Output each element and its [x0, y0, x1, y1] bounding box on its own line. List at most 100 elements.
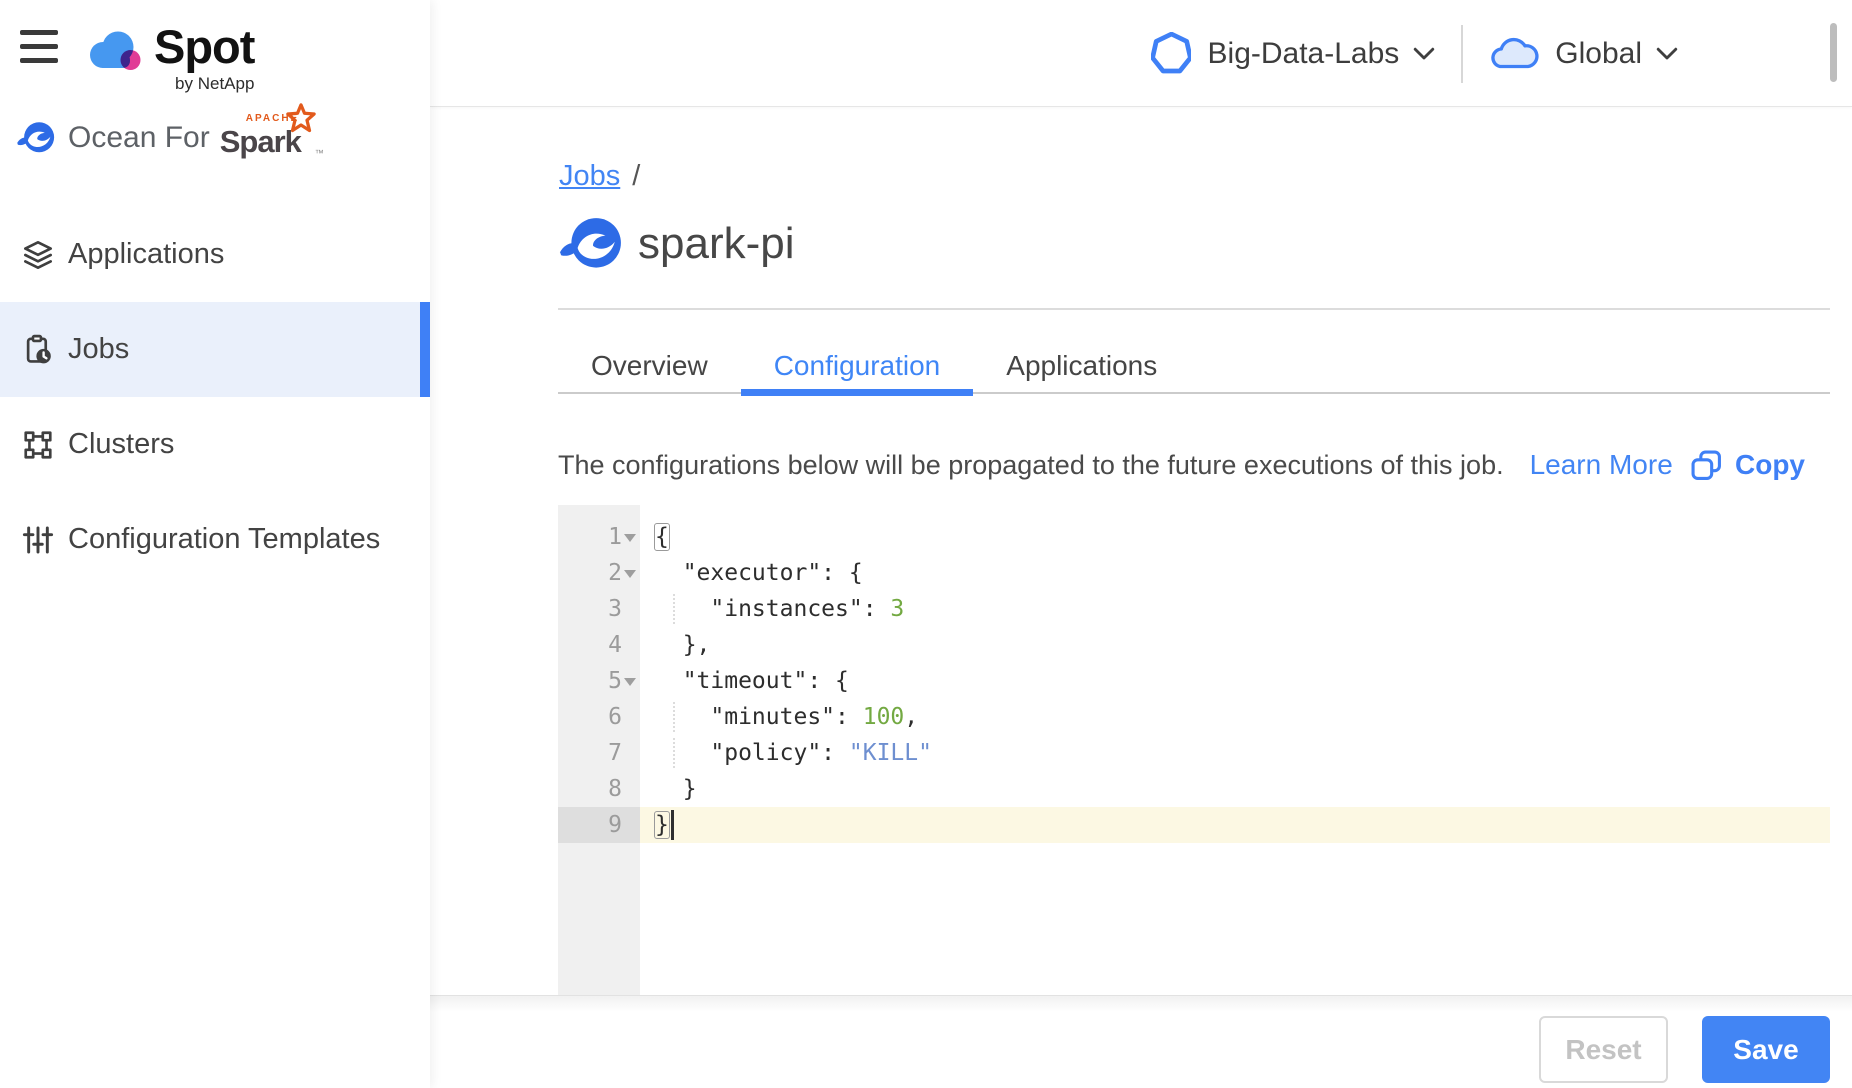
- breadcrumb: Jobs /: [559, 160, 640, 193]
- code-token: "minutes":: [655, 704, 863, 730]
- sliders-icon: [22, 524, 54, 556]
- code-line-9: }: [640, 807, 1830, 843]
- configuration-description-row: The configurations below will be propaga…: [558, 443, 1830, 487]
- breadcrumb-jobs-link[interactable]: Jobs: [559, 160, 620, 193]
- org-selector-label: Big-Data-Labs: [1208, 37, 1400, 71]
- sidebar-nav: Applications Jobs Clusters Configuration…: [0, 207, 430, 587]
- spot-logo-byline: by NetApp: [175, 74, 254, 94]
- sidebar-item-label: Clusters: [68, 428, 174, 461]
- line-number: 4: [576, 627, 622, 663]
- chevron-down-icon: [1656, 47, 1678, 60]
- sidebar-item-clusters[interactable]: Clusters: [0, 397, 430, 492]
- sidebar-item-label: Applications: [68, 238, 224, 271]
- line-number: 9: [576, 807, 622, 843]
- indent-guide: [673, 738, 675, 768]
- topbar: Big-Data-Labs Global: [430, 0, 1852, 107]
- code-token: },: [655, 632, 710, 658]
- configuration-description: The configurations below will be propaga…: [558, 450, 1504, 481]
- spark-star-icon: [286, 103, 316, 133]
- nodes-icon: [22, 429, 54, 461]
- ocean-wave-icon: [558, 216, 624, 272]
- fold-arrow-icon[interactable]: [624, 534, 636, 542]
- tab-bar: OverviewConfigurationApplications: [558, 339, 1830, 394]
- fold-arrow-icon[interactable]: [624, 570, 636, 578]
- clipboard-clock-icon: [22, 334, 54, 366]
- code-token: "timeout": {: [655, 668, 849, 694]
- title-divider: [558, 308, 1830, 310]
- code-line-4: },: [640, 627, 1830, 663]
- chevron-down-icon: [1413, 47, 1435, 60]
- code-line-8: }: [640, 771, 1830, 807]
- sidebar: Spot by NetApp Ocean For APACHE Spark ™ …: [0, 0, 430, 1088]
- gutter-line-9: 9: [558, 807, 640, 843]
- org-selector[interactable]: Big-Data-Labs: [1151, 32, 1436, 75]
- gutter-line-6: 6: [558, 699, 640, 735]
- matched-brace-token: {: [655, 524, 669, 550]
- indent-guide: [673, 594, 675, 624]
- code-string-token: "KILL": [849, 740, 932, 766]
- line-number: 7: [576, 735, 622, 771]
- spot-logo-text: Spot: [154, 22, 254, 72]
- main-content: Jobs / spark-pi OverviewConfigurationApp…: [430, 107, 1852, 1088]
- spot-logo: Spot by NetApp: [84, 22, 254, 94]
- scope-selector[interactable]: Global: [1489, 36, 1678, 72]
- scrollbar-thumb[interactable]: [1830, 23, 1837, 82]
- job-title-row: spark-pi: [558, 216, 795, 272]
- tab-applications[interactable]: Applications: [973, 339, 1190, 392]
- reset-button[interactable]: Reset: [1539, 1016, 1668, 1083]
- cloud-icon: [1489, 36, 1539, 72]
- code-token: "executor": {: [655, 560, 863, 586]
- save-button[interactable]: Save: [1702, 1016, 1830, 1083]
- copy-button[interactable]: Copy: [1691, 449, 1805, 481]
- code-number-token: 3: [890, 596, 904, 622]
- code-token: ,: [904, 704, 918, 730]
- product-name: Ocean For: [68, 121, 210, 155]
- code-token: }: [655, 776, 697, 802]
- sidebar-item-label: Jobs: [68, 333, 129, 366]
- apache-spark-logo: APACHE Spark ™: [220, 112, 316, 164]
- code-token: "instances":: [655, 596, 890, 622]
- line-number: 8: [576, 771, 622, 807]
- tab-configuration[interactable]: Configuration: [741, 339, 974, 392]
- sidebar-item-applications[interactable]: Applications: [0, 207, 430, 302]
- ocean-wave-icon: [16, 121, 56, 155]
- code-line-1: {: [640, 519, 1830, 555]
- editor-gutter: 123456789: [558, 505, 640, 995]
- line-number: 1: [576, 519, 622, 555]
- line-number: 3: [576, 591, 622, 627]
- hamburger-menu-icon[interactable]: [20, 30, 58, 63]
- fold-arrow-icon[interactable]: [624, 678, 636, 686]
- editor-code-area[interactable]: { "executor": { "instances": 3 }, "timeo…: [640, 505, 1830, 995]
- gutter-line-1: 1: [558, 519, 640, 555]
- gutter-line-3: 3: [558, 591, 640, 627]
- sidebar-item-configuration-templates[interactable]: Configuration Templates: [0, 492, 430, 587]
- spot-cloud-icon: [84, 28, 146, 76]
- topbar-divider: [1461, 25, 1463, 83]
- page-title: spark-pi: [638, 219, 795, 269]
- gutter-line-5: 5: [558, 663, 640, 699]
- gutter-line-4: 4: [558, 627, 640, 663]
- gutter-line-8: 8: [558, 771, 640, 807]
- footer-action-bar: Reset Save: [430, 995, 1852, 1088]
- code-line-2: "executor": {: [640, 555, 1830, 591]
- sidebar-item-jobs[interactable]: Jobs: [0, 302, 430, 397]
- product-ocean-for-spark[interactable]: Ocean For APACHE Spark ™: [16, 112, 316, 164]
- breadcrumb-separator: /: [632, 160, 640, 193]
- copy-button-label: Copy: [1735, 449, 1805, 481]
- line-number: 2: [576, 555, 622, 591]
- copy-icon: [1691, 450, 1722, 481]
- tab-overview[interactable]: Overview: [558, 339, 741, 392]
- code-line-5: "timeout": {: [640, 663, 1830, 699]
- scope-selector-label: Global: [1555, 37, 1642, 71]
- gutter-line-2: 2: [558, 555, 640, 591]
- code-line-6: "minutes": 100,: [640, 699, 1830, 735]
- indent-guide: [673, 702, 675, 732]
- line-number: 6: [576, 699, 622, 735]
- line-number: 5: [576, 663, 622, 699]
- matched-brace-token: }: [655, 812, 669, 838]
- json-config-editor: 123456789 { "executor": { "instances": 3…: [558, 505, 1830, 995]
- code-line-7: "policy": "KILL": [640, 735, 1830, 771]
- gutter-line-7: 7: [558, 735, 640, 771]
- learn-more-link[interactable]: Learn More: [1530, 449, 1673, 481]
- sidebar-item-label: Configuration Templates: [68, 523, 380, 556]
